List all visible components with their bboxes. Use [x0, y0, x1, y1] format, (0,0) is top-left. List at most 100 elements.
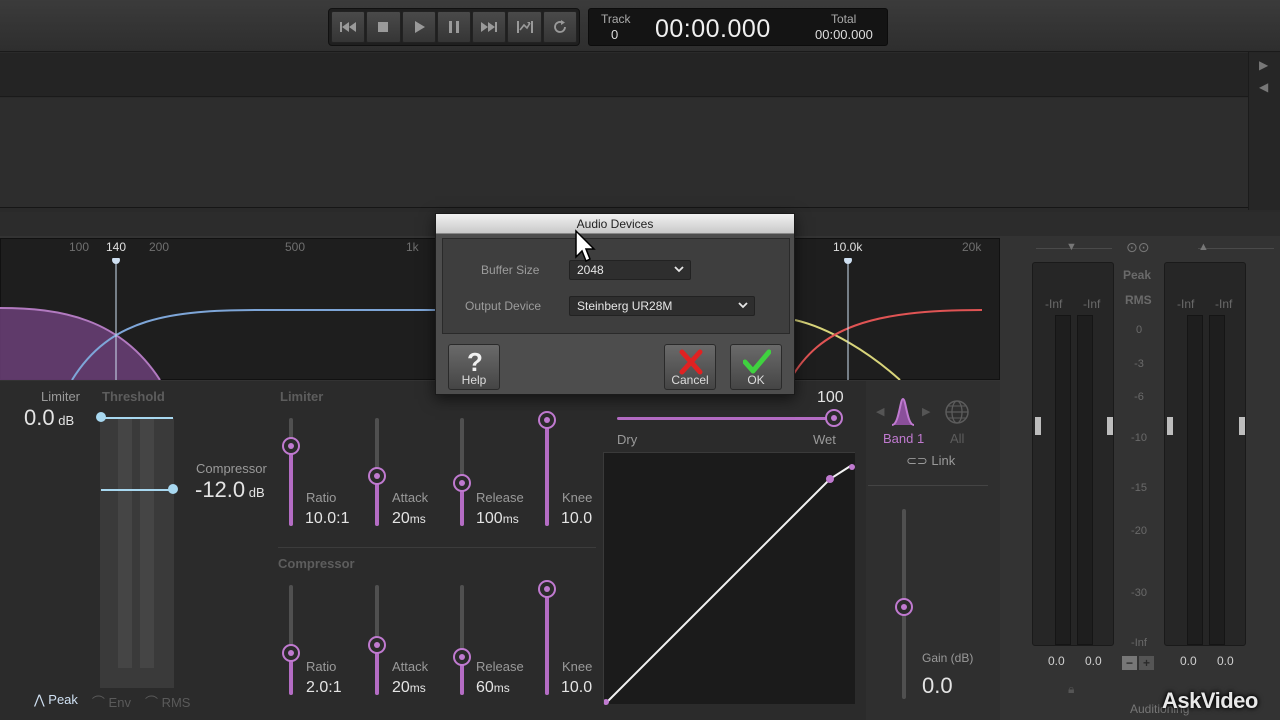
limiter-threshold-handle[interactable]	[96, 412, 106, 422]
transfer-curve-graph	[603, 464, 855, 705]
band-shape-icon[interactable]	[890, 397, 916, 427]
rewind-icon	[340, 22, 357, 32]
transfer-knee-point[interactable]	[826, 475, 834, 483]
output-device-select[interactable]: Steinberg UR28M	[569, 296, 755, 316]
watermark-logo: AskVideo	[1162, 688, 1258, 713]
help-button[interactable]: ? Help	[448, 344, 500, 390]
band-label[interactable]: Band 1	[883, 431, 924, 446]
forward-button[interactable]	[472, 11, 507, 43]
globe-icon[interactable]	[944, 399, 970, 425]
dry-label: Dry	[617, 432, 638, 447]
total-label: Total	[831, 12, 857, 26]
meter-inf-label: -Inf	[1083, 297, 1101, 311]
track-value: 0	[611, 27, 619, 42]
detect-mode-rms[interactable]: ⌒ RMS	[145, 692, 191, 711]
section-divider	[278, 547, 596, 548]
band-panel: ◀ ▶ Band 1 All ⊂⊃ Link Gain (dB) 0.0	[866, 381, 1000, 720]
ok-label: OK	[747, 373, 765, 387]
freq-label-selected: 10.0k	[833, 240, 863, 254]
ok-button[interactable]: OK	[730, 344, 782, 390]
gain-label: Gain (dB)	[922, 651, 974, 665]
meter-fader-handle[interactable]	[1167, 417, 1173, 435]
attack-slider-knob[interactable]	[368, 467, 386, 485]
dialog-title-bar[interactable]: Audio Devices	[436, 214, 794, 234]
compressor-threshold-handle[interactable]	[168, 484, 178, 494]
meter-minus-button[interactable]: −	[1122, 656, 1137, 670]
knee-value: 10.0	[561, 510, 593, 527]
play-button[interactable]	[401, 11, 436, 43]
band-marker-handle[interactable]	[844, 258, 852, 264]
freq-label: 500	[285, 240, 306, 254]
lock-icon[interactable]: 🔒︎	[1068, 682, 1074, 697]
meter-inf-label: -Inf	[1177, 297, 1195, 311]
meter-fader-handle[interactable]	[1107, 417, 1113, 435]
comp-knee-value: 10.0	[561, 679, 593, 696]
freq-label: 200	[149, 240, 170, 254]
meter-down-icon[interactable]: ▼	[1066, 241, 1077, 253]
link-toggle[interactable]: ⊂⊃ Link	[906, 453, 955, 469]
rewind-button[interactable]	[331, 11, 366, 43]
band-prev-icon[interactable]: ◀	[876, 405, 884, 418]
output-meter: -Inf -Inf	[1164, 262, 1246, 646]
mix-value: 100	[817, 389, 844, 406]
comp-release-slider-knob[interactable]	[453, 648, 471, 666]
svg-text:?: ?	[467, 349, 483, 375]
comp-attack-slider-knob[interactable]	[368, 636, 386, 654]
loop-range-button[interactable]	[507, 11, 542, 43]
band-next-icon[interactable]: ▶	[922, 405, 930, 418]
track-strip	[0, 53, 1248, 97]
comp-ratio-slider-knob[interactable]	[282, 644, 300, 662]
band-marker-handle[interactable]	[112, 258, 120, 264]
track-label: Track	[601, 12, 631, 26]
detect-mode-env[interactable]: ⌒ Env	[92, 692, 131, 711]
meter-plus-button[interactable]: +	[1139, 656, 1154, 670]
pause-button[interactable]	[436, 11, 472, 43]
meter-up-icon[interactable]: ▲	[1198, 241, 1209, 253]
ratio-slider-knob[interactable]	[282, 437, 300, 455]
meter-inf-label: -Inf	[1045, 297, 1063, 311]
loop-button[interactable]	[542, 11, 577, 43]
band-divider	[868, 485, 988, 486]
knee-label: Knee	[562, 490, 593, 505]
attack-value: 20ms	[392, 510, 426, 527]
gain-value: 0.0	[922, 673, 953, 698]
meter-scale-label: -20	[1131, 525, 1147, 537]
meter-fader-handle[interactable]	[1035, 417, 1041, 435]
collapse-left-icon[interactable]: ◀	[1259, 80, 1268, 94]
comp-knee-label: Knee	[562, 659, 593, 674]
mix-slider-knob[interactable]	[825, 409, 843, 427]
transfer-end-point[interactable]	[849, 464, 855, 470]
limiter-value: 0.0 dB	[24, 405, 75, 430]
compressor-section-title: Compressor	[278, 556, 355, 571]
meter-link-icon[interactable]: ⊙⊙	[1126, 239, 1149, 256]
loop-range-icon	[516, 21, 533, 33]
cancel-button[interactable]: Cancel	[664, 344, 716, 390]
gain-slider-knob[interactable]	[895, 598, 913, 616]
rms-icon: ⌒	[144, 695, 162, 710]
all-bands-label[interactable]: All	[950, 431, 964, 446]
freq-label-selected: 140	[106, 240, 127, 254]
release-slider-knob[interactable]	[453, 474, 471, 492]
loop-icon	[553, 20, 566, 33]
mix-slider-track[interactable]	[617, 417, 837, 420]
stop-icon	[378, 22, 389, 32]
output-device-label: Output Device	[465, 299, 542, 313]
close-icon	[679, 349, 703, 375]
comp-knee-slider-knob[interactable]	[538, 580, 556, 598]
output-device-value: Steinberg UR28M	[577, 299, 673, 313]
stop-button[interactable]	[366, 11, 401, 43]
chevron-down-icon	[738, 302, 748, 309]
comp-knee-slider-fill	[545, 587, 549, 695]
dialog-body: Buffer Size 2048 Output Device Steinberg…	[442, 238, 790, 334]
comp-ratio-value: 2.0:1	[306, 679, 342, 696]
detect-mode-peak[interactable]: ⋀ Peak	[34, 692, 78, 711]
expand-right-icon[interactable]: ▶	[1259, 58, 1268, 72]
ratio-label: Ratio	[306, 490, 337, 505]
buffer-size-select[interactable]: 2048	[569, 260, 691, 280]
knee-slider-knob[interactable]	[538, 411, 556, 429]
limiter-threshold-line	[101, 417, 173, 419]
freq-label: 20k	[962, 240, 982, 254]
meter-fader-handle[interactable]	[1239, 417, 1245, 435]
attack-label: Attack	[392, 490, 429, 505]
transfer-curve-line	[605, 464, 853, 704]
